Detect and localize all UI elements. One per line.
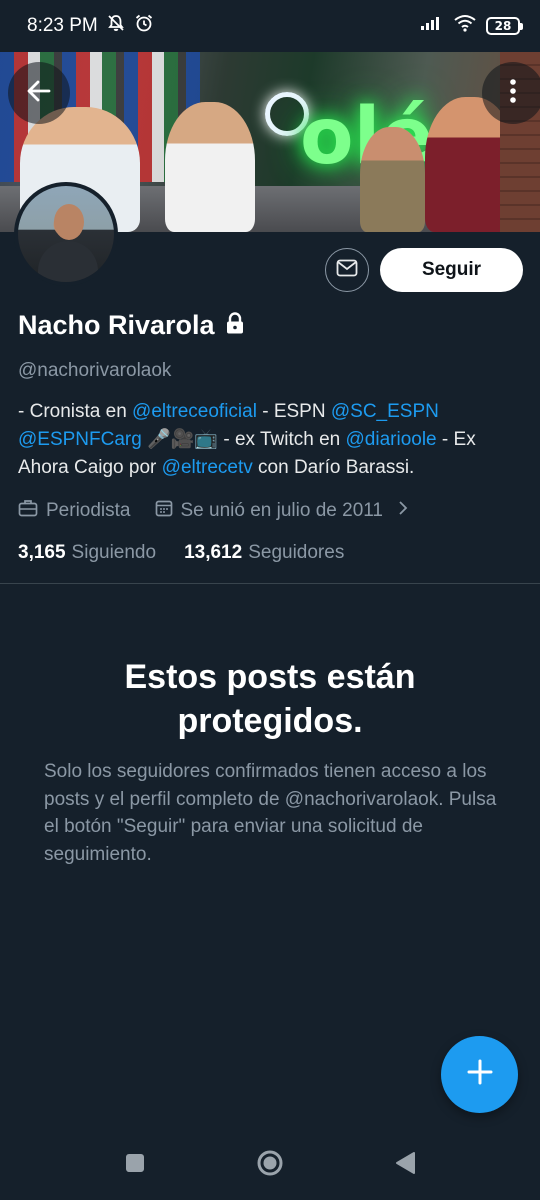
- protected-description: Solo los seguidores confirmados tienen a…: [44, 761, 497, 865]
- avatar-figure-body: [38, 241, 98, 282]
- bio-mention-link[interactable]: @eltrecetv: [162, 457, 253, 478]
- wifi-icon: [454, 14, 476, 38]
- more-vertical-icon: [509, 78, 517, 109]
- bio-text: - ESPN: [256, 401, 331, 422]
- bell-off-icon: [106, 13, 126, 39]
- briefcase-icon: [18, 499, 38, 523]
- signal-icon: [420, 15, 444, 37]
- banner-person: [165, 102, 255, 232]
- message-button[interactable]: [325, 248, 369, 292]
- chevron-right-icon[interactable]: [397, 499, 409, 523]
- bio-mention-link[interactable]: @eltreceoficial: [132, 401, 257, 422]
- bio-mention-link[interactable]: @SC_ESPN: [331, 401, 439, 422]
- system-navigation-bar: [0, 1130, 540, 1200]
- joined-item: Se unió en julio de 2011: [155, 499, 383, 523]
- follow-button[interactable]: Seguir: [380, 248, 523, 292]
- circle-icon: [256, 1149, 284, 1182]
- home-button[interactable]: [250, 1145, 290, 1185]
- calendar-icon: [155, 499, 173, 523]
- joined-text: Se unió en julio de 2011: [180, 500, 383, 521]
- divider: [0, 583, 540, 584]
- bio-text: con Darío Barassi.: [252, 457, 415, 478]
- profile-bio: - Cronista en @eltreceoficial - ESPN @SC…: [18, 398, 524, 482]
- bio-text: 🎤🎥📺 - ex Twitch en: [141, 429, 346, 450]
- compose-post-button[interactable]: [441, 1036, 518, 1113]
- following-link[interactable]: 3,165 Siguiendo: [18, 542, 156, 564]
- back-button[interactable]: [8, 62, 70, 124]
- occupation-text: Periodista: [46, 500, 131, 521]
- followers-count: 13,612: [184, 542, 243, 563]
- profile-name: Nacho Rivarola: [18, 310, 215, 340]
- status-time: 8:23 PM: [27, 15, 98, 36]
- followers-label: Seguidores: [248, 542, 345, 563]
- more-options-button[interactable]: [482, 62, 540, 124]
- profile-meta: Periodista Se unió en julio de 2011: [18, 499, 409, 523]
- occupation-item: Periodista: [18, 499, 131, 523]
- arrow-left-icon: [25, 77, 53, 110]
- recents-button[interactable]: [115, 1145, 155, 1185]
- plus-icon: [466, 1058, 494, 1091]
- square-icon: [124, 1152, 146, 1179]
- profile-stats: 3,165 Siguiendo 13,612 Seguidores: [18, 542, 344, 564]
- battery-indicator: 28: [486, 17, 523, 35]
- banner-person: [360, 127, 425, 232]
- profile-name-row: Nacho Rivarola: [18, 310, 245, 341]
- protected-title: Estos posts están protegidos.: [124, 658, 416, 740]
- mail-icon: [336, 259, 358, 282]
- following-count: 3,165: [18, 542, 66, 563]
- bio-mention-link[interactable]: @ESPNFCarg: [18, 429, 142, 450]
- following-label: Siguiendo: [71, 542, 157, 563]
- avatar[interactable]: [14, 182, 118, 286]
- alarm-icon: [134, 13, 154, 39]
- avatar-figure-head: [54, 204, 84, 240]
- bio-text: - Cronista en: [18, 401, 133, 422]
- lock-icon: [225, 312, 245, 339]
- followers-link[interactable]: 13,612 Seguidores: [184, 542, 344, 564]
- back-system-button[interactable]: [385, 1145, 425, 1185]
- bio-mention-link[interactable]: @diarioole: [346, 429, 437, 450]
- profile-handle: @nachorivarolaok: [18, 360, 172, 381]
- triangle-back-icon: [394, 1151, 416, 1180]
- status-bar: 8:23 PM 28: [0, 0, 540, 52]
